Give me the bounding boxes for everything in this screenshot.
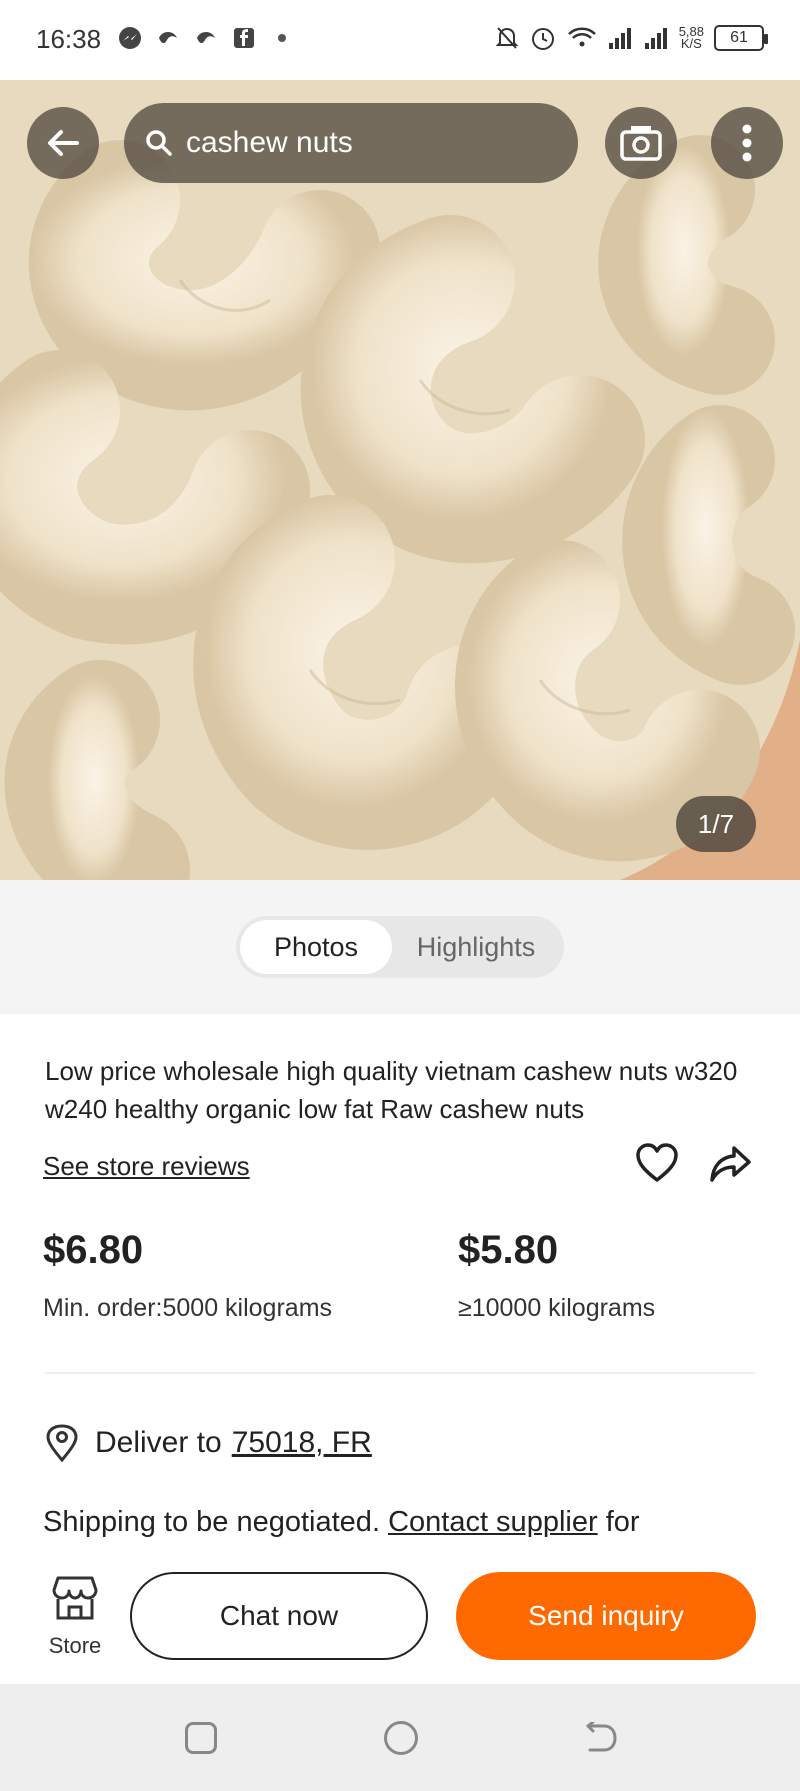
camera-icon	[620, 126, 662, 161]
messenger-icon	[119, 27, 141, 49]
signal-icon	[608, 28, 631, 49]
product-image[interactable]	[0, 80, 800, 880]
home-icon[interactable]	[384, 1721, 418, 1755]
bird-icon	[197, 32, 215, 44]
battery-indicator: 61	[714, 25, 768, 51]
mute-icon	[495, 27, 519, 49]
delivery-location-link[interactable]: 75018, FR	[232, 1426, 372, 1460]
contact-supplier-link[interactable]: Contact supplier	[388, 1506, 598, 1538]
send-inquiry-button[interactable]: Send inquiry	[456, 1572, 756, 1660]
gallery-tabs: Photos Highlights	[236, 916, 564, 978]
search-bar[interactable]: cashew nuts	[124, 103, 578, 183]
heart-icon[interactable]	[634, 1140, 680, 1186]
bird-icon	[159, 32, 177, 44]
gallery-tabs-area: Photos Highlights	[0, 880, 800, 1014]
share-icon[interactable]	[708, 1142, 752, 1186]
cashew-photo	[0, 80, 800, 880]
store-button[interactable]: Store	[40, 1572, 110, 1659]
more-button[interactable]	[711, 107, 783, 179]
shipping-suffix: for	[605, 1506, 640, 1538]
net-speed-unit: K/S	[680, 36, 702, 51]
quantity-tier-1: Min. order:5000 kilograms	[43, 1294, 333, 1322]
camera-button[interactable]	[605, 107, 677, 179]
shipping-text: Shipping to be negotiated.	[43, 1506, 380, 1538]
location-pin-icon	[46, 1424, 78, 1462]
search-query: cashew nuts	[186, 126, 353, 159]
store-icon	[52, 1576, 98, 1620]
net-speed: 5,88 K/S	[679, 25, 704, 51]
see-store-reviews-link[interactable]: See store reviews	[43, 1151, 250, 1182]
quantity-tier-2: ≥10000 kilograms	[458, 1294, 656, 1322]
status-bar: 16:38 5,88 K/S 61	[0, 0, 800, 80]
price-tier-1: $6.80	[43, 1228, 144, 1272]
chat-now-button[interactable]: Chat now	[130, 1572, 428, 1660]
tab-photos[interactable]: Photos	[240, 920, 392, 974]
search-icon	[146, 130, 172, 156]
action-bar: Store Chat now Send inquiry	[0, 1556, 800, 1684]
wifi-icon	[567, 27, 596, 47]
divider	[45, 1372, 755, 1374]
price-tier-2: $5.80	[458, 1228, 559, 1272]
nav-back-icon[interactable]	[582, 1722, 618, 1754]
notification-icons	[118, 26, 294, 50]
recent-apps-icon[interactable]	[185, 1722, 217, 1754]
shipping-info: Shipping to be negotiated. Contact suppl…	[43, 1506, 640, 1539]
more-vertical-icon	[742, 124, 752, 162]
dot-icon	[278, 34, 286, 42]
status-time: 16:38	[36, 24, 102, 54]
back-button[interactable]	[27, 107, 99, 179]
store-label: Store	[48, 1633, 102, 1658]
tab-highlights[interactable]: Highlights	[392, 920, 560, 974]
signal-icon	[644, 28, 667, 49]
system-status: 5,88 K/S 61	[495, 24, 768, 52]
facebook-icon	[234, 28, 254, 48]
system-nav-bar	[0, 1684, 800, 1791]
alarm-icon	[531, 28, 554, 50]
deliver-label: Deliver to	[95, 1426, 222, 1459]
image-counter: 1/7	[676, 796, 756, 852]
product-title: Low price wholesale high quality vietnam…	[45, 1056, 738, 1124]
back-arrow-icon	[48, 130, 79, 156]
delivery-row[interactable]: Deliver to 75018, FR	[45, 1424, 372, 1462]
